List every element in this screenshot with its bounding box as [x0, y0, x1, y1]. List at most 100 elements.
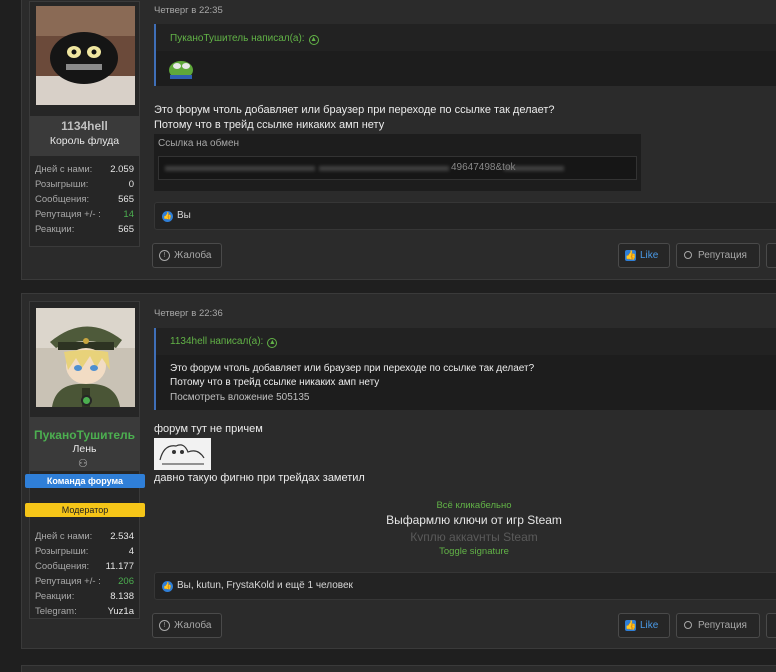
report-button-label: Жалоба: [174, 250, 212, 261]
stat-key: Розыгрыши:: [35, 179, 89, 190]
blurred-link-part: [504, 166, 564, 171]
stat-value[interactable]: Yuz1a: [108, 604, 134, 619]
user-rank-icon: ⚇: [78, 458, 88, 470]
online-status-icon: [81, 395, 92, 406]
stat-value: 206: [118, 576, 134, 587]
stat-key: Репутация +/- :: [35, 209, 101, 220]
user-stats: Дней с нами: 2.059 Розыгрыши: 0 Сообщения:…: [30, 162, 139, 237]
quote-line: Это форум чтоль добавляет или браузер пр…: [170, 363, 535, 374]
stat-row: Дней с нами: 2.534: [35, 529, 134, 544]
avatar[interactable]: [36, 308, 135, 407]
reactions-text[interactable]: Вы, kutun, FrystaKold и ещё 1 человек: [177, 580, 353, 591]
more-button[interactable]: [766, 613, 776, 638]
reactions-text[interactable]: Вы: [177, 210, 191, 221]
blurred-link-part: [165, 166, 315, 171]
post-3-partial: [21, 665, 776, 672]
post-body: Это форум чтоль добавляет или браузер пр…: [154, 103, 555, 133]
reputation-button[interactable]: Репутация: [676, 243, 760, 268]
signature-line[interactable]: Выфармлю ключи от игр Steam: [154, 513, 776, 527]
signature-line[interactable]: Куплю аккаунты Steam: [154, 530, 776, 541]
stat-value: 565: [118, 194, 134, 205]
report-icon: !: [159, 620, 170, 631]
stat-value: 4: [128, 546, 134, 557]
post-body-line: давно такую фигню при трейдах заметил: [154, 472, 365, 484]
reputation-button[interactable]: Репутация: [676, 613, 760, 638]
post-date[interactable]: Четверг в 22:36: [154, 308, 223, 319]
stat-key: Репутация +/- :: [35, 576, 101, 587]
stat-row: Репутация +/- : 206: [35, 574, 134, 589]
signature-line[interactable]: Всё кликабельно: [154, 500, 776, 511]
toggle-signature[interactable]: Toggle signature: [154, 546, 776, 557]
quote-author-label: ПуканоТушитель написал(а):: [170, 33, 305, 44]
stat-key: Сообщения:: [35, 194, 90, 205]
stat-row: Дней с нами: 2.059: [35, 162, 134, 177]
meme-sticker[interactable]: [154, 438, 211, 470]
quote-block: ПуканоТушитель написал(а): ▲: [154, 24, 776, 86]
username[interactable]: 1134hell: [30, 119, 139, 133]
user-card: 1134hell Король флуда Дней с нами: 2.059 …: [29, 1, 140, 247]
arrow-up-icon[interactable]: ▲: [308, 35, 319, 45]
pepe-emoji: [169, 61, 193, 79]
user-stats: Дней с нами: 2.534 Розыгрыши: 4 Сообщения:…: [30, 529, 139, 619]
quote-body: [156, 51, 776, 86]
reputation-button-label: Репутация: [698, 620, 747, 631]
post-text-line: Потому что в трейд ссылке никаких амп не…: [154, 119, 385, 131]
quote-block: 1134hell написал(а): ▲ Это форум чтоль до…: [154, 328, 776, 410]
stat-value: 565: [118, 224, 134, 235]
arrow-up-icon[interactable]: ▲: [267, 338, 278, 348]
trade-link-field[interactable]: 49647498&tok: [158, 156, 637, 180]
stat-key: Розыгрыши:: [35, 546, 89, 557]
report-button-label: Жалоба: [174, 620, 212, 631]
quote-author[interactable]: 1134hell написал(а): ▲: [170, 336, 278, 348]
stat-key: Дней с нами:: [35, 164, 93, 175]
stat-row: Сообщения: 11.177: [35, 559, 134, 574]
quote-author-label: 1134hell написал(а):: [170, 336, 264, 347]
quote-body: Это форум чтоль добавляет или браузер пр…: [156, 355, 776, 410]
reactions-bar[interactable]: 👍 Вы, kutun, FrystaKold и ещё 1 человек: [154, 572, 776, 600]
post-date[interactable]: Четверг в 22:35: [154, 5, 223, 16]
quote-author[interactable]: ПуканоТушитель написал(а): ▲: [170, 33, 319, 45]
team-badge: Команда форума: [25, 474, 145, 488]
like-icon: 👍: [162, 581, 173, 592]
moderator-badge: Модератор: [25, 503, 145, 517]
quote-line: Потому что в трейд ссылке никаких амп не…: [170, 377, 380, 388]
spoiler-title[interactable]: Ссылка на обмен: [158, 138, 239, 149]
search-icon: [684, 621, 692, 629]
spoiler-box: Ссылка на обмен 49647498&tok: [154, 134, 641, 191]
like-icon: 👍: [162, 211, 173, 222]
stat-row: Реакции: 565: [35, 222, 134, 237]
post-text-line: Это форум чтоль добавляет или браузер пр…: [154, 104, 555, 116]
report-button[interactable]: ! Жалоба: [152, 243, 222, 268]
post-1: 1134hell Король флуда Дней с нами: 2.059 …: [21, 0, 776, 280]
avatar[interactable]: [36, 6, 135, 105]
user-title: Король флуда: [49, 135, 120, 147]
stat-row: Розыгрыши: 0: [35, 177, 134, 192]
stat-value: 0: [128, 179, 134, 190]
report-button[interactable]: ! Жалоба: [152, 613, 222, 638]
search-icon: [684, 251, 692, 259]
like-button[interactable]: 👍 Like: [618, 243, 670, 268]
like-button[interactable]: 👍 Like: [618, 613, 670, 638]
stat-value: 14: [123, 209, 134, 220]
stat-value: 8.138: [110, 591, 134, 602]
stat-key: Сообщения:: [35, 561, 90, 572]
reputation-button-label: Репутация: [698, 250, 747, 261]
thumbs-up-icon: 👍: [625, 620, 637, 631]
post-2: ПуканоТушитель Лень ⚇ Команда форума Мод…: [21, 293, 776, 649]
report-icon: !: [159, 250, 170, 261]
stat-row: Розыгрыши: 4: [35, 544, 134, 559]
username[interactable]: ПуканоТушитель: [30, 428, 139, 442]
thumbs-up-icon: 👍: [625, 250, 637, 261]
stat-value: 11.177: [105, 561, 134, 572]
stat-row: Сообщения: 565: [35, 192, 134, 207]
like-button-label: Like: [640, 250, 659, 261]
stat-key: Дней с нами:: [35, 531, 93, 542]
stat-value: 2.534: [110, 531, 134, 542]
attachment-link[interactable]: Посмотреть вложение 505135: [170, 391, 776, 405]
reactions-bar[interactable]: 👍 Вы: [154, 202, 776, 230]
user-card: ПуканоТушитель Лень ⚇ Команда форума Мод…: [25, 301, 145, 619]
stat-key: Реакции:: [35, 224, 75, 235]
stat-row: Репутация +/- : 14: [35, 207, 134, 222]
more-button[interactable]: [766, 243, 776, 268]
post-body-line: форум тут не причем: [154, 423, 263, 435]
